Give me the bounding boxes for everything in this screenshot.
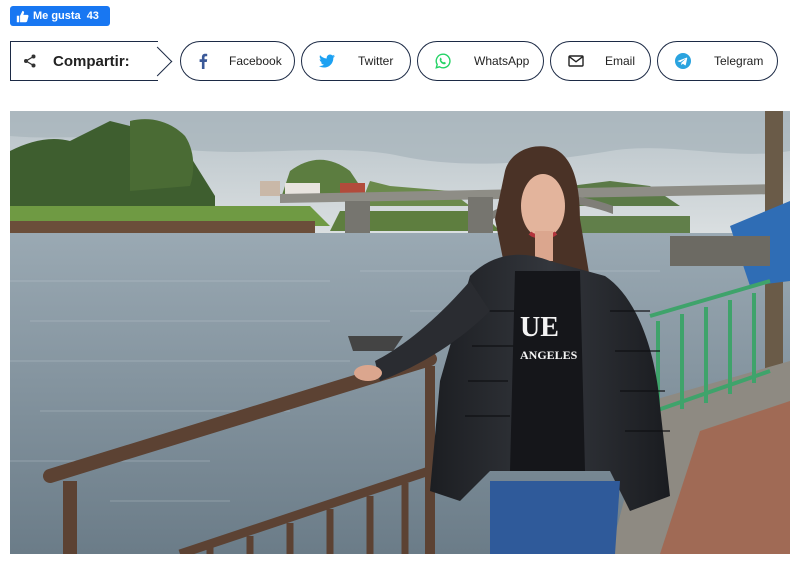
email-icon <box>567 52 585 70</box>
jacket-text-line1: UE <box>520 312 559 343</box>
telegram-icon <box>674 52 692 70</box>
share-label: Compartir: <box>53 52 130 70</box>
share-whatsapp-button[interactable]: WhatsApp <box>417 41 544 81</box>
share-icon <box>23 54 37 68</box>
share-whatsapp-label: WhatsApp <box>474 54 530 68</box>
share-telegram-label: Telegram <box>714 54 764 68</box>
share-telegram-button[interactable]: Telegram <box>657 41 778 81</box>
article-photo: UE ANGELES <box>10 111 790 554</box>
thumbs-up-icon <box>16 10 29 23</box>
share-email-label: Email <box>605 54 636 68</box>
jacket-text-line2: ANGELES <box>520 348 578 362</box>
like-label: Me gusta <box>33 10 81 22</box>
like-count: 43 <box>86 10 99 22</box>
share-facebook-button[interactable]: Facebook <box>180 41 295 81</box>
facebook-icon <box>194 52 212 70</box>
share-email-button[interactable]: Email <box>550 41 651 81</box>
share-label-box: Compartir: <box>10 41 158 81</box>
twitter-icon <box>318 52 336 70</box>
whatsapp-icon <box>434 52 452 70</box>
share-facebook-label: Facebook <box>229 54 282 68</box>
share-twitter-button[interactable]: Twitter <box>301 41 411 81</box>
facebook-like-button[interactable]: Me gusta 43 <box>10 6 110 26</box>
share-twitter-label: Twitter <box>358 54 394 68</box>
